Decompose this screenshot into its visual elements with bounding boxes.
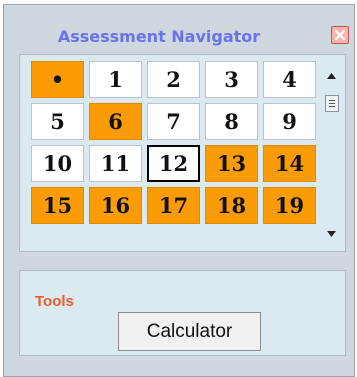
question-cell-12[interactable]: 12 (147, 145, 200, 182)
question-cell-17[interactable]: 17 (147, 187, 200, 224)
grid-scrollbar[interactable] (322, 61, 342, 245)
close-icon (334, 29, 346, 41)
scroll-up-arrow-icon[interactable] (327, 73, 336, 79)
question-cell-current-marker[interactable]: • (31, 61, 84, 98)
question-cell-7[interactable]: 7 (147, 103, 200, 140)
question-cell-8[interactable]: 8 (205, 103, 258, 140)
panel-title: Assessment Navigator (57, 27, 261, 46)
question-cell-15[interactable]: 15 (31, 187, 84, 224)
question-cell-3[interactable]: 3 (205, 61, 258, 98)
question-cell-14[interactable]: 14 (263, 145, 316, 182)
tools-label: Tools (35, 293, 74, 310)
scroll-thumb[interactable] (325, 95, 339, 112)
assessment-navigator-panel: Assessment Navigator • 1 2 3 4 5 6 7 8 9 10 11 12 13 1… (3, 4, 355, 377)
tools-section: Tools Calculator (19, 270, 346, 356)
question-cell-9[interactable]: 9 (263, 103, 316, 140)
close-button[interactable] (331, 26, 349, 44)
question-grid-frame: • 1 2 3 4 5 6 7 8 9 10 11 12 13 14 15 16 17 18 19 (19, 54, 346, 252)
question-cell-6[interactable]: 6 (89, 103, 142, 140)
question-cell-5[interactable]: 5 (31, 103, 84, 140)
question-cell-16[interactable]: 16 (89, 187, 142, 224)
question-cell-18[interactable]: 18 (205, 187, 258, 224)
scroll-down-arrow-icon[interactable] (327, 231, 336, 237)
question-cell-4[interactable]: 4 (263, 61, 316, 98)
question-grid: • 1 2 3 4 5 6 7 8 9 10 11 12 13 14 15 16 17 18 19 (31, 61, 316, 224)
question-cell-10[interactable]: 10 (31, 145, 84, 182)
calculator-button[interactable]: Calculator (118, 312, 261, 351)
question-cell-19[interactable]: 19 (263, 187, 316, 224)
question-cell-2[interactable]: 2 (147, 61, 200, 98)
question-cell-11[interactable]: 11 (89, 145, 142, 182)
question-cell-13[interactable]: 13 (205, 145, 258, 182)
question-cell-1[interactable]: 1 (89, 61, 142, 98)
title-bar: Assessment Navigator (4, 5, 354, 51)
